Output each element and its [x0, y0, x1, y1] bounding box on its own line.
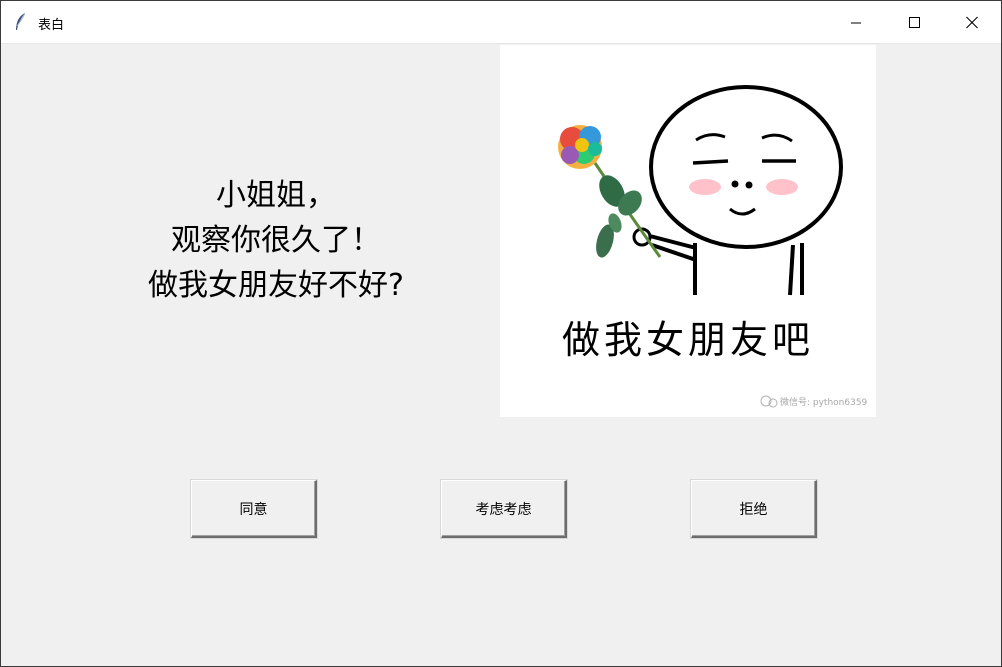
left-eye [692, 159, 729, 165]
window-title: 表白 [38, 18, 65, 33]
maximize-button[interactable] [885, 1, 943, 43]
cartoon-head [649, 85, 843, 249]
meme-image: 做我女朋友吧 微信号: python6359 [500, 45, 876, 417]
title-bar[interactable]: 表白 [1, 1, 1001, 44]
rainbow-rose-icon [558, 125, 602, 169]
close-icon [966, 16, 978, 29]
watermark-text: 微信号: python6359 [780, 396, 868, 408]
left-blush [689, 179, 721, 195]
consider-button[interactable]: 考虑考虑 [441, 480, 567, 538]
minimize-button[interactable] [827, 1, 885, 43]
message-line-3: 做我女朋友好不好? [148, 268, 404, 303]
confession-message: 小姐姐， 观察你很久了！ 做我女朋友好不好? [101, 173, 451, 308]
reject-button[interactable]: 拒绝 [691, 480, 817, 538]
meme-caption: 做我女朋友吧 [562, 318, 814, 362]
watermark: 微信号: python6359 [760, 395, 868, 408]
right-blush [766, 179, 798, 195]
minimize-icon [851, 22, 861, 24]
feather-icon [13, 12, 29, 32]
agree-button[interactable]: 同意 [191, 480, 317, 538]
message-line-2: 观察你很久了！ [171, 223, 381, 258]
message-line-1: 小姐姐， [216, 178, 336, 213]
maximize-icon [909, 17, 920, 28]
close-button[interactable] [943, 1, 1001, 43]
app-window: 表白 小姐姐， 观察你很久了！ 做我女朋友好不好? 做我女朋友吧 微信号: py… [0, 0, 1002, 667]
